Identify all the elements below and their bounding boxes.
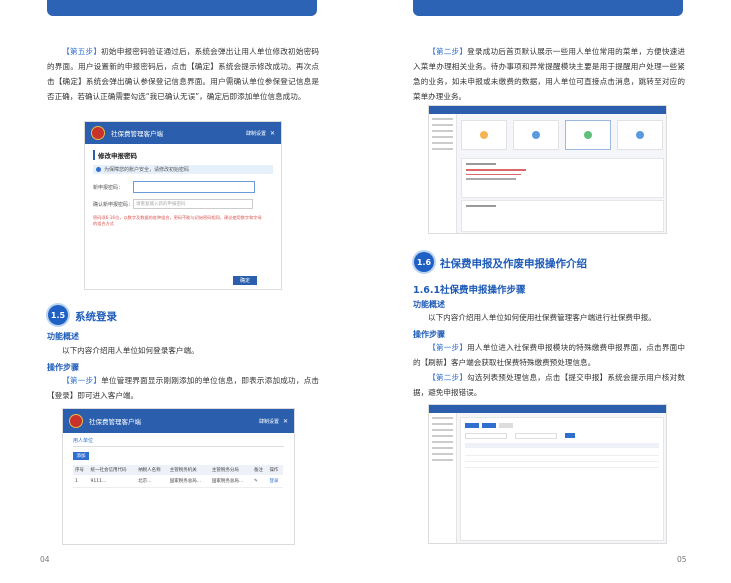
home-sidebar	[429, 114, 457, 233]
home-screenshot	[428, 105, 667, 234]
menu-icon	[532, 131, 540, 139]
func-overview-text-left: 以下内容介绍用人单位如何登录客户端。	[47, 343, 319, 358]
quick-menu-card[interactable]	[461, 120, 507, 150]
login-link[interactable]: 登录	[267, 475, 283, 488]
unit-list-app-title: 社保费管理客户端	[89, 418, 141, 426]
quick-menu-cards	[461, 120, 663, 150]
filter-field[interactable]	[515, 433, 557, 439]
func-overview-body-left: 以下内容介绍用人单位如何登录客户端。	[62, 346, 199, 355]
right-header-bar	[413, 0, 683, 16]
dialog-ok-button[interactable]: 确定	[233, 276, 257, 285]
home-topbar	[429, 106, 666, 114]
section-1-6-badge: 1.6	[414, 252, 434, 272]
quick-menu-card[interactable]	[513, 120, 559, 150]
declare-step2-tag: 【第二步】	[428, 373, 468, 382]
unit-list-header: 社保费管理客户端 肆制设置 ✕	[63, 409, 294, 433]
table-header-row: 序号 统一社会信用代码 纳税人名称 主管税务机关 主管税务分局 备注 操作	[73, 465, 283, 475]
close-icon[interactable]: ✕	[270, 130, 275, 137]
declare-step1-paragraph: 【第一步】用人单位进入社保费申报模块的特殊缴费申报界面，点击界面中的【刷新】客户…	[413, 340, 685, 370]
new-password-label: 新申报密码：	[93, 184, 124, 191]
func-overview-heading-left: 功能概述	[47, 332, 79, 341]
left-page-number: 04	[40, 555, 50, 564]
table-row[interactable]	[465, 458, 659, 462]
table-header-row	[465, 443, 659, 448]
step5-paragraph: 【第五步】初始申报密码验证通过后，系统会弹出让用人单位修改初始密码的界面。用户设…	[47, 44, 319, 104]
cell-taxpayer-name: 北京...	[138, 479, 152, 484]
left-header-bar	[47, 0, 317, 16]
home-step2-tag: 【第二步】	[428, 47, 468, 56]
col-header: 主管税务分局	[211, 468, 239, 473]
add-unit-button[interactable]: 添加	[73, 452, 89, 460]
toolbar-button[interactable]	[499, 423, 513, 428]
cell-tax-branch: 国家税务总局...	[211, 479, 244, 484]
close-icon[interactable]: ✕	[283, 418, 288, 425]
col-header: 主管税务机关	[169, 468, 197, 473]
menu-icon	[636, 131, 644, 139]
submit-declaration-button[interactable]	[482, 423, 496, 428]
dialog-corner-link[interactable]: 肆制设置	[246, 130, 266, 137]
menu-icon	[584, 131, 592, 139]
col-header: 统一社会信用代码	[90, 468, 127, 473]
func-overview-heading-right: 功能概述	[413, 300, 445, 309]
declaration-sidebar	[429, 413, 457, 543]
section-1-5-title: 系统登录	[75, 311, 117, 323]
right-page-number: 05	[677, 555, 687, 564]
section-1-6-title: 社保费申报及作废申报操作介绍	[440, 258, 587, 270]
quick-menu-card[interactable]	[565, 120, 611, 150]
dialog-notice: 为保障您的账户安全，请修改初始密码	[93, 165, 273, 174]
confirm-password-label: 确认新申报密码：	[93, 201, 134, 208]
dialog-section-title: 修改申报密码	[93, 150, 273, 160]
menu-icon	[480, 131, 488, 139]
tab-unit[interactable]: 用人单位	[73, 437, 284, 447]
table-row: 1 9111... 北京... 国家税务总局... 国家税务总局... ✎ 登录	[73, 475, 283, 488]
filter-field[interactable]	[465, 433, 507, 439]
login-step1-paragraph: 【第一步】单位管理界面显示刚刚添加的单位信息，即表示添加成功，点击【登录】即可进…	[47, 373, 319, 403]
func-overview-text-right: 以下内容介绍用人单位如何使用社保费管理客户端进行社保费申报。	[413, 310, 685, 325]
edit-icon[interactable]: ✎	[252, 475, 268, 488]
refresh-button[interactable]	[465, 423, 479, 428]
info-icon	[96, 167, 101, 172]
subsection-1-6-1-title: 1.6.1社保费申报操作步骤	[413, 285, 526, 296]
login-step1-tag: 【第一步】	[62, 376, 102, 385]
table-row[interactable]	[465, 452, 659, 456]
cell-credit-code: 9111...	[90, 478, 107, 484]
special-declaration-screenshot	[428, 404, 667, 544]
dialog-app-title: 社保费管理客户端	[111, 130, 163, 138]
tax-emblem-icon	[69, 414, 83, 428]
col-header: 备注	[253, 468, 263, 473]
table-row[interactable]	[465, 464, 659, 468]
declare-step1-tag: 【第一步】	[428, 343, 468, 352]
section-1-5-badge: 1.5	[48, 305, 68, 325]
unit-table: 序号 统一社会信用代码 纳税人名称 主管税务机关 主管税务分局 备注 操作 1 …	[73, 465, 283, 488]
confirm-password-input[interactable]: 请重复输入新的申报密码	[133, 199, 253, 209]
home-step2-paragraph: 【第二步】登录成功后首页默认展示一些用人单位常用的菜单，方便快速进入菜单办理相关…	[413, 44, 685, 104]
dialog-header: 社保费管理客户端 肆制设置 ✕	[85, 122, 281, 144]
op-steps-heading-left: 操作步骤	[47, 363, 79, 372]
alert-panel	[461, 200, 664, 232]
tax-emblem-icon	[91, 126, 105, 140]
step5-tag: 【第五步】	[62, 47, 102, 56]
new-password-input[interactable]	[133, 181, 255, 193]
todo-panel	[461, 158, 664, 198]
col-header: 序号	[75, 468, 84, 473]
declaration-panel	[460, 417, 664, 541]
quick-menu-card[interactable]	[617, 120, 663, 150]
unit-list-corner-link[interactable]: 肆制设置	[259, 418, 279, 425]
func-overview-body-right: 以下内容介绍用人单位如何使用社保费管理客户端进行社保费申报。	[428, 313, 656, 322]
password-rule-warning: 密码须6-16位，以数字及数据的各种组合，密码不能与初始密码相同，建议使用数字和…	[93, 215, 262, 226]
dialog-notice-text: 为保障您的账户安全，请修改初始密码	[104, 167, 190, 173]
col-header: 纳税人名称	[138, 468, 161, 473]
declaration-topbar	[429, 405, 666, 413]
declare-step2-paragraph: 【第二步】勾选列表预处理信息，点击【提交申报】系统会提示用户核对数据，避免申报错…	[413, 370, 685, 400]
unit-list-screenshot: 社保费管理客户端 肆制设置 ✕ 用人单位 添加 序号 统一社会信用代码 纳税人名…	[62, 408, 295, 545]
modify-password-screenshot: 社保费管理客户端 肆制设置 ✕ 修改申报密码 为保障您的账户安全，请修改初始密码…	[84, 121, 282, 290]
op-steps-heading-right: 操作步骤	[413, 330, 445, 339]
cell-index: 1	[75, 478, 78, 484]
col-header: 操作	[269, 468, 279, 473]
query-button[interactable]	[565, 433, 575, 438]
cell-tax-authority: 国家税务总局...	[169, 479, 202, 484]
